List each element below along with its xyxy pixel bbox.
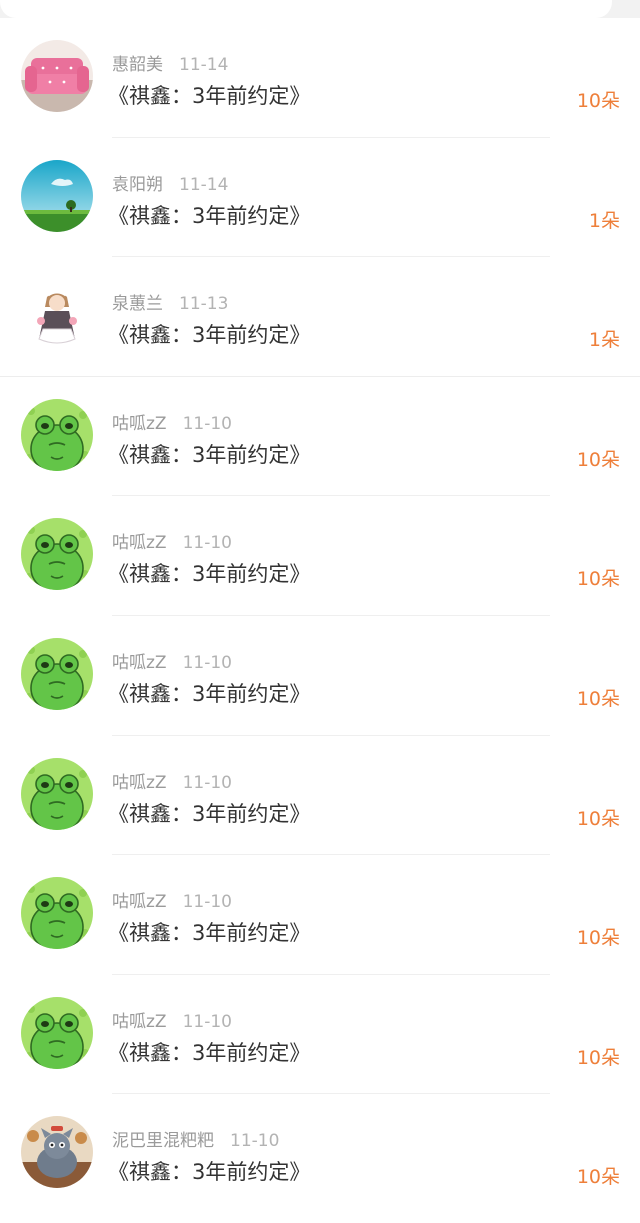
- gift-title: 《祺鑫：3年前约定》: [108, 801, 311, 826]
- frog-avatar-icon: [21, 518, 93, 591]
- gift-date: 11-14: [179, 55, 229, 75]
- gift-title: 《祺鑫：3年前约定》: [108, 1160, 311, 1185]
- sender-name: 咕呱zZ: [112, 772, 167, 793]
- gift-amount: 10朵: [576, 687, 620, 710]
- gift-date: 11-10: [182, 892, 232, 913]
- gift-amount: 1朵: [588, 329, 620, 352]
- frog-avatar-icon: [21, 996, 93, 1069]
- gift-row[interactable]: 咕呱zZ 11-10 《祺鑫：3年前约定》 10朵: [0, 615, 640, 736]
- cartoon-cat-avatar-icon: [21, 1116, 93, 1189]
- frog-avatar-icon: [21, 398, 93, 471]
- gift-amount: 10朵: [576, 568, 620, 591]
- avatar[interactable]: [21, 996, 93, 1069]
- gift-amount: 10朵: [576, 1046, 620, 1069]
- gift-title: 《祺鑫：3年前约定》: [108, 562, 311, 587]
- sender-name: 惠韶美: [112, 55, 163, 75]
- frog-avatar-icon: [21, 637, 93, 710]
- sender-name: 袁阳朔: [112, 174, 163, 195]
- gift-row[interactable]: 袁阳朔 11-14 《祺鑫：3年前约定》 1朵: [0, 137, 640, 258]
- gift-amount: 10朵: [576, 1166, 620, 1189]
- anime-girl-avatar-icon: [21, 279, 93, 352]
- gift-amount: 10朵: [576, 927, 620, 950]
- gift-row[interactable]: 泥巴里混粑粑 11-10 《祺鑫：3年前约定》 10朵: [0, 1094, 640, 1214]
- gift-row[interactable]: 惠韶美 11-14 《祺鑫：3年前约定》 10朵: [0, 18, 640, 138]
- avatar[interactable]: [21, 1116, 93, 1189]
- avatar[interactable]: [21, 279, 93, 352]
- avatar[interactable]: [21, 159, 93, 232]
- gift-row[interactable]: 咕呱zZ 11-10 《祺鑫：3年前约定》 10朵: [0, 496, 640, 616]
- header-card-edge: [0, 0, 612, 18]
- sender-name: 咕呱zZ: [112, 413, 167, 434]
- gift-date: 11-10: [230, 1131, 280, 1152]
- sender-name: 泉蕙兰: [112, 294, 163, 315]
- avatar[interactable]: [21, 877, 93, 950]
- sender-name: 咕呱zZ: [112, 892, 167, 913]
- gift-date: 11-10: [182, 1011, 232, 1032]
- sender-name: 泥巴里混粑粑: [112, 1131, 214, 1152]
- gift-title: 《祺鑫：3年前约定》: [108, 203, 311, 228]
- frog-avatar-icon: [21, 757, 93, 830]
- gift-amount: 1朵: [588, 209, 620, 232]
- avatar[interactable]: [21, 518, 93, 591]
- gift-row[interactable]: 咕呱zZ 11-10 《祺鑫：3年前约定》 10朵: [0, 376, 640, 497]
- gift-date: 11-10: [182, 533, 232, 554]
- pink-sofa-avatar-icon: [21, 40, 93, 112]
- sky-tree-avatar-icon: [21, 159, 93, 232]
- gift-date: 11-14: [179, 174, 229, 195]
- gift-date: 11-10: [182, 772, 232, 793]
- sender-name: 咕呱zZ: [112, 1011, 167, 1032]
- avatar[interactable]: [21, 757, 93, 830]
- sender-name: 咕呱zZ: [112, 652, 167, 673]
- gift-amount: 10朵: [576, 448, 620, 471]
- gift-amount: 10朵: [576, 90, 620, 112]
- gift-title: 《祺鑫：3年前约定》: [108, 681, 311, 706]
- gift-title: 《祺鑫：3年前约定》: [108, 442, 311, 467]
- gift-date: 11-10: [182, 413, 232, 434]
- gift-row[interactable]: 泉蕙兰 11-13 《祺鑫：3年前约定》 1朵: [0, 257, 640, 377]
- gift-title: 《祺鑫：3年前约定》: [108, 84, 311, 108]
- gift-title: 《祺鑫：3年前约定》: [108, 1040, 311, 1065]
- frog-avatar-icon: [21, 877, 93, 950]
- gift-date: 11-10: [182, 652, 232, 673]
- gift-row[interactable]: 咕呱zZ 11-10 《祺鑫：3年前约定》 10朵: [0, 735, 640, 856]
- gift-title: 《祺鑫：3年前约定》: [108, 323, 311, 348]
- avatar[interactable]: [21, 637, 93, 710]
- gift-amount: 10朵: [576, 807, 620, 830]
- gift-row[interactable]: 咕呱zZ 11-10 《祺鑫：3年前约定》 10朵: [0, 974, 640, 1095]
- avatar[interactable]: [21, 398, 93, 471]
- gift-title: 《祺鑫：3年前约定》: [108, 921, 311, 946]
- avatar[interactable]: [21, 40, 93, 112]
- gift-row[interactable]: 咕呱zZ 11-10 《祺鑫：3年前约定》 10朵: [0, 855, 640, 975]
- gift-date: 11-13: [179, 294, 229, 315]
- gift-list[interactable]: 惠韶美 11-14 《祺鑫：3年前约定》 10朵 袁阳朔 11-14 《祺鑫：3…: [0, 18, 640, 1214]
- sender-name: 咕呱zZ: [112, 533, 167, 554]
